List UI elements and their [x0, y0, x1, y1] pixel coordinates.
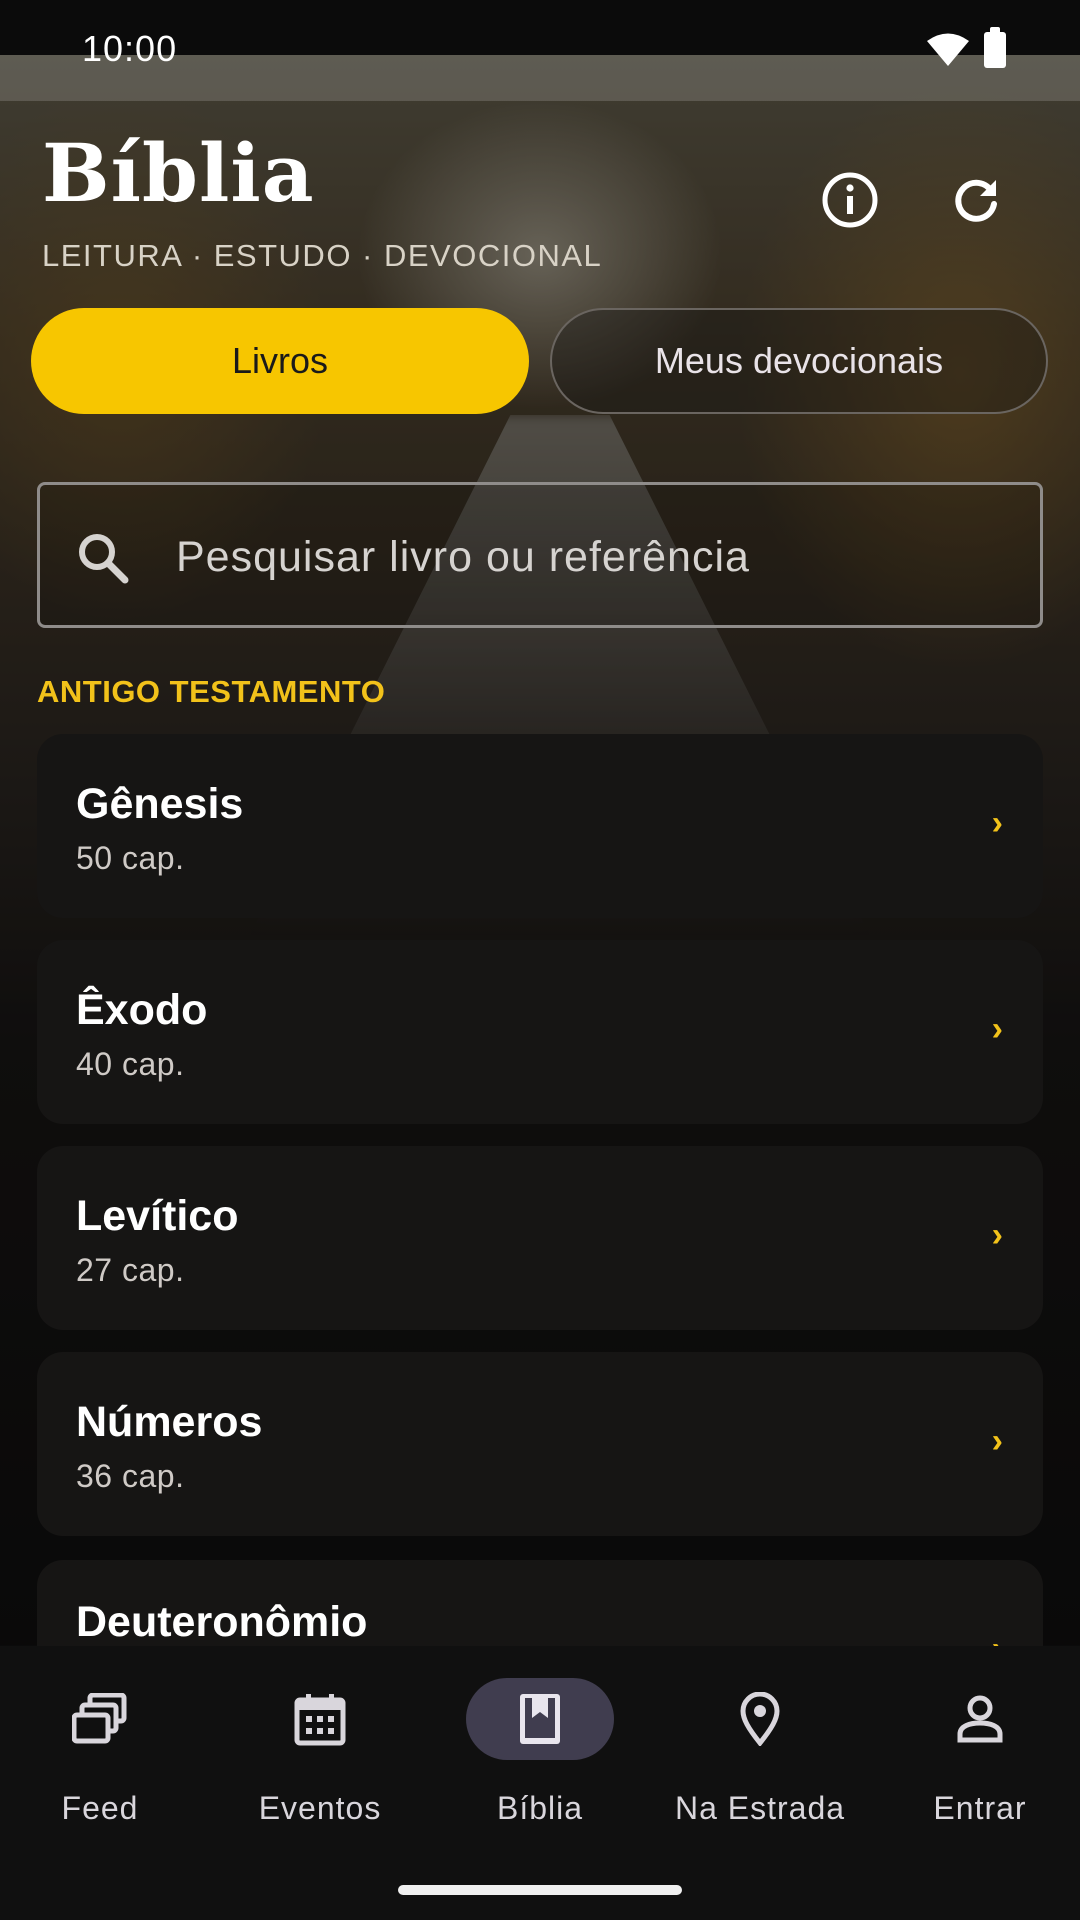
status-time: 10:00: [82, 28, 178, 69]
chevron-right-icon: ›: [991, 1422, 1003, 1460]
book-card-deuteronomio[interactable]: Deuteronômio ›: [37, 1560, 1043, 1646]
book-card-exodo[interactable]: Êxodo 40 cap. ›: [37, 940, 1043, 1124]
nav-item-eventos[interactable]: Eventos: [220, 1678, 420, 1828]
book-chapters: 27 cap.: [76, 1252, 185, 1288]
book-card-numeros[interactable]: Números 36 cap. ›: [37, 1352, 1043, 1536]
calendar-icon: [294, 1694, 346, 1746]
info-icon: [822, 172, 878, 228]
nav-label: Na Estrada: [674, 1790, 846, 1826]
section-label: ANTIGO TESTAMENTO: [37, 674, 386, 709]
tab-livros[interactable]: Livros: [31, 308, 529, 414]
book-chapters: 36 cap.: [76, 1458, 185, 1494]
nav-item-feed[interactable]: Feed: [0, 1678, 200, 1828]
nav-label: Bíblia: [496, 1790, 584, 1826]
nav-item-biblia[interactable]: Bíblia: [440, 1678, 640, 1828]
refresh-button[interactable]: [944, 168, 1008, 232]
search-placeholder: Pesquisar livro ou referência: [176, 533, 750, 581]
page-title: Bíblia: [42, 126, 315, 220]
info-button[interactable]: [818, 168, 882, 232]
book-list: Gênesis 50 cap. › Êxodo 40 cap. › Levíti…: [37, 734, 1043, 1646]
nav-label: Entrar: [933, 1790, 1027, 1826]
refresh-icon: [955, 179, 997, 222]
book-chapters: 50 cap.: [76, 840, 185, 876]
location-pin-icon: [740, 1692, 780, 1746]
book-name: Êxodo: [76, 986, 208, 1034]
book-icon: [520, 1694, 560, 1744]
search-icon: [79, 534, 129, 584]
nav-item-na-estrada[interactable]: Na Estrada: [660, 1678, 860, 1828]
bottom-navigation: Feed Eventos Bíblia Na Estrada Entrar: [0, 1646, 1080, 1920]
chevron-right-icon: ›: [991, 1216, 1003, 1254]
book-name: Levítico: [76, 1192, 239, 1240]
page-subtitle: LEITURA · ESTUDO · DEVOCIONAL: [42, 238, 603, 273]
home-indicator[interactable]: [398, 1885, 682, 1895]
chevron-right-icon: ›: [992, 1630, 1003, 1646]
feed-icon: [72, 1693, 127, 1744]
search-input[interactable]: Pesquisar livro ou referência: [37, 482, 1043, 628]
book-chapters: 40 cap.: [76, 1046, 185, 1082]
book-name: Deuteronômio: [76, 1598, 368, 1646]
wifi-icon: [927, 33, 969, 66]
tab-meus-devocionais[interactable]: Meus devocionais: [550, 308, 1048, 414]
nav-label: Eventos: [258, 1790, 382, 1826]
book-card-levitico[interactable]: Levítico 27 cap. ›: [37, 1146, 1043, 1330]
chevron-right-icon: ›: [991, 804, 1003, 842]
nav-item-entrar[interactable]: Entrar: [880, 1678, 1080, 1828]
person-icon: [957, 1695, 1003, 1743]
nav-label: Feed: [61, 1790, 139, 1826]
book-card-genesis[interactable]: Gênesis 50 cap. ›: [37, 734, 1043, 918]
battery-icon: [984, 27, 1006, 68]
book-name: Números: [76, 1398, 263, 1446]
book-name: Gênesis: [76, 780, 244, 828]
chevron-right-icon: ›: [991, 1010, 1003, 1048]
status-bar: 10:00: [0, 0, 1080, 69]
